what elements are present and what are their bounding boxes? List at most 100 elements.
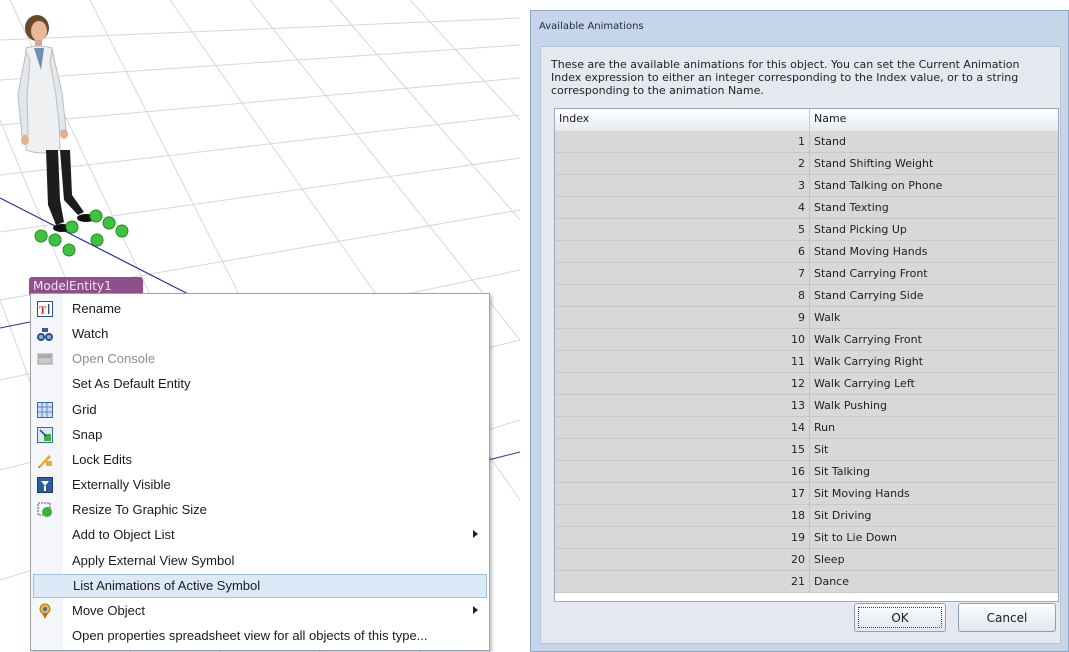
cell-divider — [809, 395, 810, 416]
table-row[interactable]: 15 Sit — [555, 439, 1058, 461]
menu-item-apply-external-view-symbol[interactable]: Apply External View Symbol — [32, 549, 488, 573]
menu-item-move-object[interactable]: Move Object — [32, 599, 488, 623]
cell-index: 13 — [791, 399, 805, 412]
cell-index: 2 — [798, 157, 805, 170]
menu-item-resize-to-graphic-size[interactable]: Resize To Graphic Size — [32, 498, 488, 522]
table-row[interactable]: 5 Stand Picking Up — [555, 219, 1058, 241]
cell-divider — [809, 175, 810, 196]
dialog-description: These are the available animations for t… — [551, 58, 1020, 97]
cell-name: Sit Moving Hands — [814, 487, 910, 500]
cell-index: 11 — [791, 355, 805, 368]
table-row[interactable]: 11 Walk Carrying Right — [555, 351, 1058, 373]
cell-name: Stand Shifting Weight — [814, 157, 934, 170]
menu-item-open-console[interactable]: Open Console — [32, 347, 488, 371]
menu-item-lock-edits[interactable]: Lock Edits — [32, 448, 488, 472]
table-row[interactable]: 21 Dance — [555, 571, 1058, 593]
selection-handles[interactable] — [0, 0, 140, 260]
menu-item-add-to-object-list[interactable]: Add to Object List — [32, 523, 488, 547]
cell-divider — [809, 131, 810, 152]
cell-divider — [809, 153, 810, 174]
cell-divider — [809, 197, 810, 218]
table-row[interactable]: 8 Stand Carrying Side — [555, 285, 1058, 307]
cell-name: Walk Carrying Front — [814, 333, 922, 346]
cell-divider — [809, 527, 810, 548]
menu-item-externally-visible[interactable]: Externally Visible — [32, 473, 488, 497]
menu-item-list-animations-of-active-symbol[interactable]: List Animations of Active Symbol — [33, 574, 487, 598]
cell-name: Stand Carrying Front — [814, 267, 928, 280]
cell-name: Dance — [814, 575, 849, 588]
menu-item-grid[interactable]: Grid — [32, 398, 488, 422]
binoculars-icon — [37, 328, 53, 341]
rename-icon: T — [37, 301, 53, 317]
table-row[interactable]: 6 Stand Moving Hands — [555, 241, 1058, 263]
table-body: 1 Stand 2 Stand Shifting Weight 3 Stand Talki… — [555, 131, 1058, 593]
table-row[interactable]: 17 Sit Moving Hands — [555, 483, 1058, 505]
table-row[interactable]: 3 Stand Talking on Phone — [555, 175, 1058, 197]
table-row[interactable]: 2 Stand Shifting Weight — [555, 153, 1058, 175]
cell-name: Stand Talking on Phone — [814, 179, 943, 192]
cell-index: 8 — [798, 289, 805, 302]
cell-index: 16 — [791, 465, 805, 478]
cell-index: 5 — [798, 223, 805, 236]
cell-index: 4 — [798, 201, 805, 214]
console-icon — [37, 353, 53, 365]
cell-name: Sit Driving — [814, 509, 872, 522]
column-divider — [809, 109, 810, 131]
cell-divider — [809, 241, 810, 262]
table-row[interactable]: 1 Stand — [555, 131, 1058, 153]
snap-icon — [37, 427, 53, 443]
cell-divider — [809, 439, 810, 460]
table-row[interactable]: 18 Sit Driving — [555, 505, 1058, 527]
cell-divider — [809, 571, 810, 592]
cell-index: 3 — [798, 179, 805, 192]
menu-item-watch[interactable]: Watch — [32, 322, 488, 346]
table-row[interactable]: 12 Walk Carrying Left — [555, 373, 1058, 395]
column-header-name[interactable]: Name — [814, 112, 846, 125]
lock-edits-icon — [38, 455, 52, 468]
cell-index: 12 — [791, 377, 805, 390]
cell-name: Run — [814, 421, 836, 434]
cancel-button[interactable]: Cancel — [958, 603, 1056, 632]
cell-divider — [809, 307, 810, 328]
cell-divider — [809, 483, 810, 504]
table-row[interactable]: 16 Sit Talking — [555, 461, 1058, 483]
cell-index: 10 — [791, 333, 805, 346]
cell-name: Walk Carrying Right — [814, 355, 924, 368]
cell-divider — [809, 285, 810, 306]
cell-name: Stand Moving Hands — [814, 245, 928, 258]
cell-index: 15 — [791, 443, 805, 456]
menu-item-open-properties-spreadsheet-view[interactable]: Open properties spreadsheet view for all… — [32, 624, 488, 648]
cell-index: 6 — [798, 245, 805, 258]
cell-index: 18 — [791, 509, 805, 522]
table-row[interactable]: 10 Walk Carrying Front — [555, 329, 1058, 351]
cell-index: 20 — [791, 553, 805, 566]
table-row[interactable]: 13 Walk Pushing — [555, 395, 1058, 417]
menu-item-set-as-default-entity[interactable]: Set As Default Entity — [32, 372, 488, 396]
grid-icon — [37, 402, 53, 418]
menu-item-rename[interactable]: T Rename — [32, 297, 488, 321]
menu-item-snap[interactable]: Snap — [32, 423, 488, 447]
context-menu[interactable]: T Rename Watch Open Console Set As Defau… — [30, 293, 490, 651]
animations-table[interactable]: Index Name 1 Stand 2 Stand Shifting Weight 3… — [554, 108, 1059, 602]
table-row[interactable]: 7 Stand Carrying Front — [555, 263, 1058, 285]
cell-name: Walk Pushing — [814, 399, 887, 412]
available-animations-dialog: Available Animations These are the avail… — [530, 10, 1069, 652]
cell-name: Walk Carrying Left — [814, 377, 915, 390]
table-row[interactable]: 14 Run — [555, 417, 1058, 439]
table-row[interactable]: 4 Stand Texting — [555, 197, 1058, 219]
cell-name: Stand Texting — [814, 201, 889, 214]
table-row[interactable]: 19 Sit to Lie Down — [555, 527, 1058, 549]
cell-name: Walk — [814, 311, 841, 324]
cell-index: 7 — [798, 267, 805, 280]
cancel-button-label: Cancel — [986, 611, 1028, 625]
table-row[interactable]: 20 Sleep — [555, 549, 1058, 571]
column-header-index[interactable]: Index — [559, 112, 589, 125]
cell-divider — [809, 263, 810, 284]
cell-name: Stand Carrying Side — [814, 289, 924, 302]
table-row[interactable]: 9 Walk — [555, 307, 1058, 329]
cell-name: Stand — [814, 135, 846, 148]
submenu-arrow-icon — [473, 530, 478, 538]
cell-index: 14 — [791, 421, 805, 434]
ok-button[interactable]: OK — [854, 603, 946, 632]
dialog-title: Available Animations — [539, 21, 644, 32]
